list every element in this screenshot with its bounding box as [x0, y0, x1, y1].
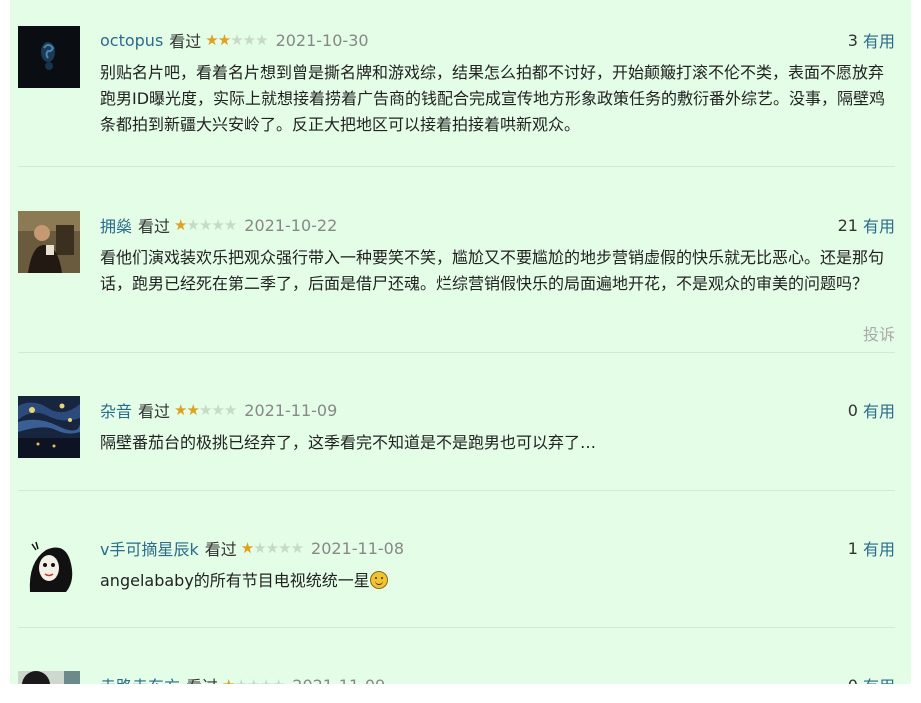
useful-vote: 1 有用 — [847, 536, 895, 560]
useful-button[interactable]: 有用 — [863, 28, 895, 52]
rating-stars: ★★★★★ — [205, 31, 268, 49]
star-icon: ★ — [198, 216, 212, 234]
review-text: angelababy的所有节目电视统统一星 — [100, 571, 370, 590]
divider — [18, 490, 895, 491]
person-in-room-avatar-image — [18, 211, 80, 273]
star-icon: ★ — [222, 676, 235, 684]
review-date: 2021-11-09 — [292, 676, 385, 685]
star-icon: ★ — [278, 539, 291, 557]
useful-vote: 21 有用 — [837, 213, 895, 237]
useful-count: 0 — [847, 400, 858, 420]
review-content: angelababy的所有节目电视统统一星 — [100, 568, 895, 594]
star-icon: ★ — [223, 216, 237, 234]
review-date: 2021-10-30 — [275, 30, 369, 50]
watched-label: 看过 — [204, 540, 237, 559]
cartoon-girl-avatar-image — [18, 534, 80, 596]
star-icon: ★ — [259, 676, 272, 684]
reviews-panel: octopus 看过 ★ ★ ★ ★ ★ 2021-10-30 3 有用 别贴名片吧，看… — [10, 0, 911, 684]
review-item: octopus 看过 ★ ★ ★ ★ ★ 2021-10-30 3 有用 别贴名片吧，看… — [18, 26, 895, 146]
review-content: 别贴名片吧，看着名片想到曾是撕名牌和游戏综，结果怎么拍都不讨好，开始颠簸打滚不伦… — [100, 63, 886, 134]
review-header: 杂音 看过 ★ ★ ★ ★ ★ 2021-11-09 — [100, 398, 338, 422]
divider — [18, 627, 895, 628]
dark-figure-avatar-image — [18, 671, 80, 684]
star-icon: ★ — [186, 401, 199, 419]
star-icon: ★ — [211, 401, 224, 419]
star-icon: ★ — [255, 31, 268, 49]
review-item: 拥燊 看过 ★ ★ ★ ★ ★ 2021-10-22 21 有用 看他们演戏装欢乐把观众… — [18, 211, 895, 344]
useful-vote: 0 有用 — [847, 398, 895, 422]
star-icon: ★ — [174, 216, 187, 234]
star-icon: ★ — [198, 401, 212, 419]
review-date: 2021-10-22 — [244, 215, 338, 235]
useful-button[interactable]: 有用 — [863, 536, 895, 560]
star-icon: ★ — [247, 676, 260, 684]
star-icon: ★ — [205, 31, 218, 49]
review-header: 拥燊 看过 ★ ★ ★ ★ ★ 2021-10-22 — [100, 213, 338, 237]
divider — [18, 166, 895, 167]
useful-vote: 3 有用 — [847, 28, 895, 52]
review-header: v手可摘星辰k 看过 ★ ★ ★ ★ ★ 2021-11-08 — [100, 536, 405, 560]
user-avatar[interactable] — [18, 26, 80, 88]
smiley-emoji-icon — [369, 571, 388, 589]
user-avatar[interactable] — [18, 396, 80, 458]
rating-stars: ★★★★★ — [240, 539, 304, 557]
review-item: 杂音 看过 ★ ★ ★ ★ ★ 2021-11-09 0 有用 隔壁番茄台的极挑已经弃了… — [18, 396, 895, 466]
useful-button[interactable]: 有用 — [863, 673, 895, 684]
divider — [18, 352, 895, 353]
rating-stars: ★★★★★ — [174, 401, 237, 419]
review-content: 看他们演戏装欢乐把观众强行带入一种要笑不笑，尴尬又不要尴尬的地步营销虚假的快乐就… — [100, 248, 885, 293]
useful-count: 0 — [848, 676, 858, 685]
star-icon: ★ — [230, 31, 243, 49]
review-date: 2021-11-09 — [244, 400, 338, 420]
star-icon: ★ — [272, 676, 285, 684]
rating-stars: ★★★★★ — [174, 216, 237, 234]
star-icon: ★ — [265, 539, 279, 557]
star-icon: ★ — [290, 539, 304, 557]
useful-count: 1 — [847, 538, 858, 558]
star-icon: ★ — [174, 401, 187, 419]
username-link[interactable]: octopus — [100, 31, 163, 50]
review-item: 走路走东方 看过 ★★★★★ 2021-11-09 0 有用 — [18, 671, 895, 684]
dark-octopus-avatar-image — [18, 26, 80, 88]
starry-night-avatar-image — [18, 396, 80, 458]
review-content: 隔壁番茄台的极挑已经弃了，这季看完不知道是不是跑男也可以弃了… — [100, 433, 597, 452]
star-icon: ★ — [240, 539, 254, 557]
star-icon: ★ — [186, 216, 199, 234]
useful-vote: 0 有用 — [848, 673, 895, 685]
user-avatar[interactable] — [18, 671, 80, 684]
watched-label: 看过 — [169, 32, 202, 51]
username-link[interactable]: 走路走东方 — [100, 673, 180, 684]
useful-count: 3 — [847, 30, 858, 50]
report-link[interactable]: 投诉 — [863, 321, 895, 345]
review-date: 2021-11-08 — [311, 538, 405, 558]
rating-stars: ★★★★★ — [222, 676, 285, 684]
username-link[interactable]: 拥燊 — [100, 213, 132, 237]
review-header: 走路走东方 看过 ★★★★★ 2021-11-09 — [100, 673, 385, 685]
username-link[interactable]: 杂音 — [100, 398, 132, 422]
watched-label: 看过 — [138, 217, 171, 236]
watched-label: 看过 — [138, 402, 171, 421]
star-icon: ★ — [242, 31, 256, 49]
star-icon: ★ — [253, 539, 266, 557]
star-icon: ★ — [234, 676, 247, 684]
star-icon: ★ — [217, 31, 231, 49]
username-link[interactable]: v手可摘星辰k — [100, 536, 199, 560]
watched-label: 看过 — [186, 673, 218, 684]
star-icon: ★ — [211, 216, 224, 234]
useful-count: 21 — [837, 215, 858, 235]
useful-button[interactable]: 有用 — [863, 213, 895, 237]
review-header: octopus 看过 ★ ★ ★ ★ ★ 2021-10-30 — [100, 29, 369, 52]
review-item: v手可摘星辰k 看过 ★ ★ ★ ★ ★ 2021-11-08 1 有用 angelab… — [18, 534, 895, 604]
useful-button[interactable]: 有用 — [863, 398, 895, 422]
user-avatar[interactable] — [18, 211, 80, 273]
user-avatar[interactable] — [18, 534, 80, 596]
star-icon: ★ — [223, 401, 237, 419]
